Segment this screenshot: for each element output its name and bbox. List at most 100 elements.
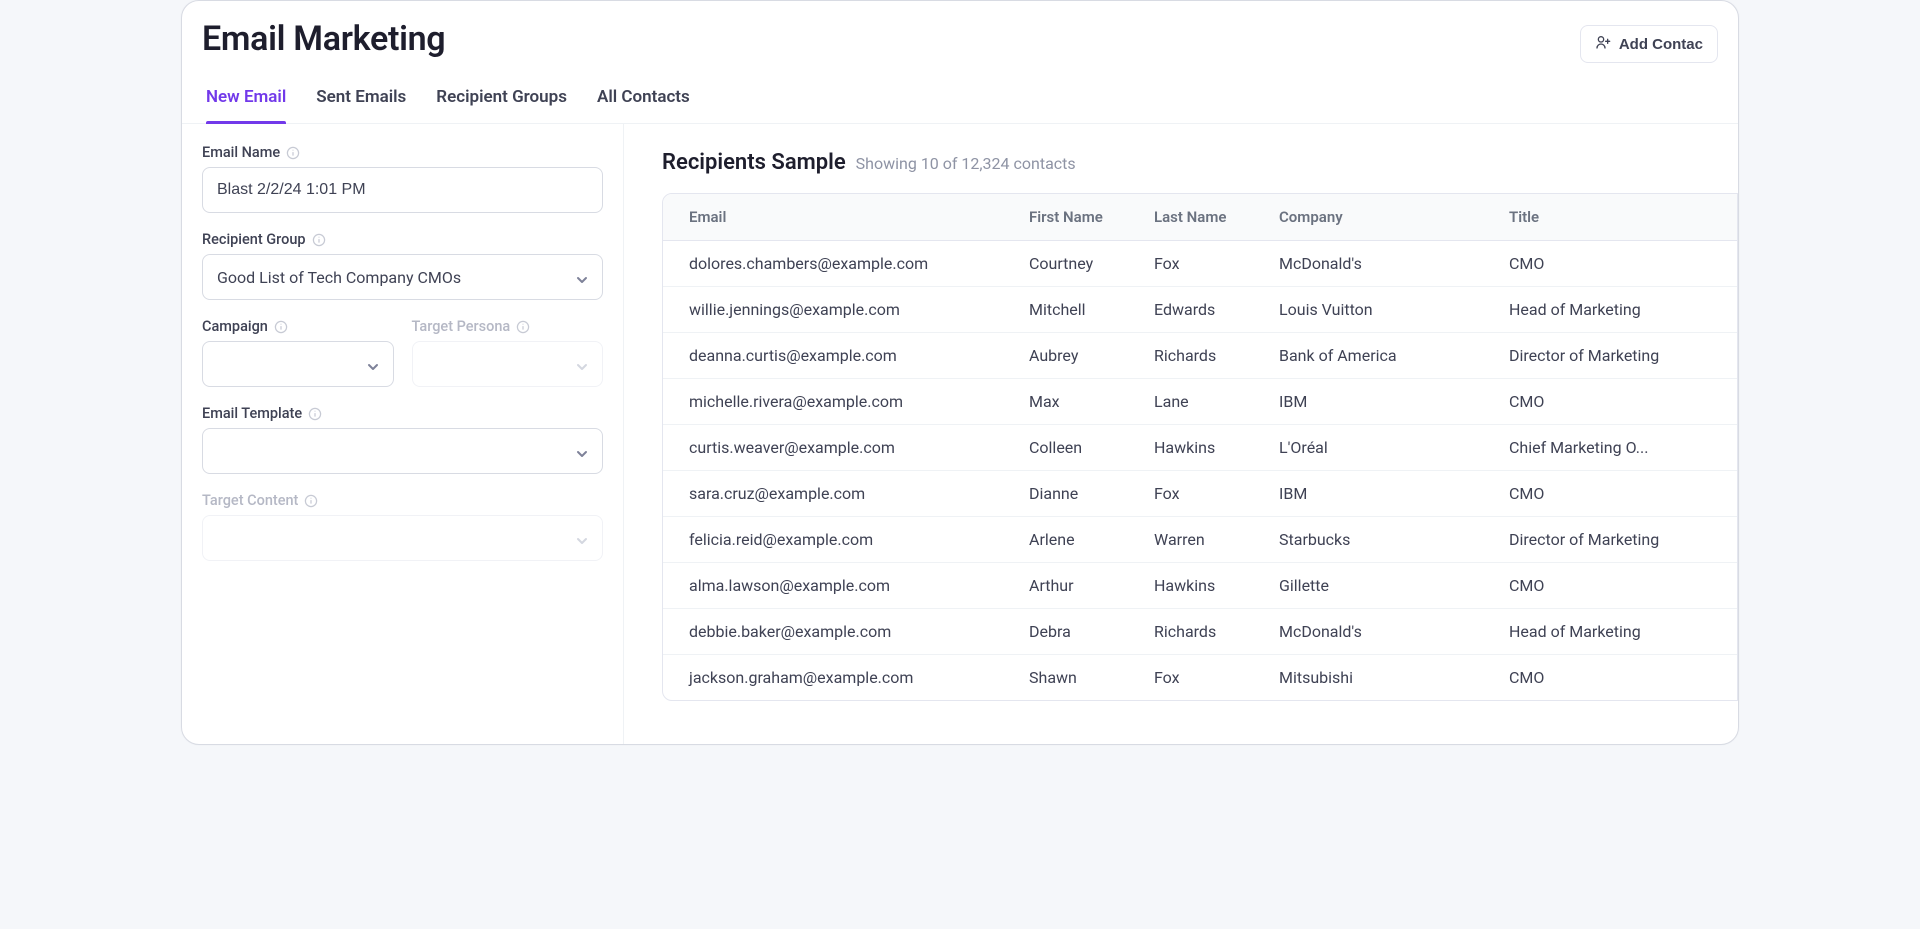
recipients-table-wrap: EmailFirst NameLast NameCompanyTitle dol… [662, 193, 1738, 701]
cell-first: Dianne [1003, 471, 1128, 517]
table-row[interactable]: deanna.curtis@example.comAubreyRichardsB… [663, 333, 1737, 379]
recipients-title: Recipients Sample [662, 150, 846, 175]
cell-email: sara.cruz@example.com [663, 471, 1003, 517]
cell-first: Shawn [1003, 655, 1128, 701]
table-row[interactable]: debbie.baker@example.comDebraRichardsMcD… [663, 609, 1737, 655]
info-icon [274, 320, 288, 334]
cell-first: Courtney [1003, 241, 1128, 287]
tab-sent-emails[interactable]: Sent Emails [316, 81, 406, 123]
cell-last: Fox [1128, 241, 1253, 287]
cell-company: Starbucks [1253, 517, 1483, 563]
label-text: Email Template [202, 405, 302, 422]
info-icon [286, 146, 300, 160]
recipient-group-select[interactable]: Good List of Tech Company CMOs [202, 254, 603, 300]
field-label: Email Name [202, 144, 603, 161]
label-text: Email Name [202, 144, 280, 161]
cell-first: Aubrey [1003, 333, 1128, 379]
field-label: Email Template [202, 405, 603, 422]
cell-company: Louis Vuitton [1253, 287, 1483, 333]
cell-company: L'Oréal [1253, 425, 1483, 471]
info-icon [308, 407, 322, 421]
table-row[interactable]: sara.cruz@example.comDianneFoxIBMCMO [663, 471, 1737, 517]
tab-new-email[interactable]: New Email [206, 81, 286, 123]
cell-email: felicia.reid@example.com [663, 517, 1003, 563]
cell-company: McDonald's [1253, 609, 1483, 655]
cell-last: Richards [1128, 333, 1253, 379]
cell-last: Hawkins [1128, 425, 1253, 471]
select-value: Good List of Tech Company CMOs [217, 268, 461, 287]
field-email-name: Email Name [202, 144, 603, 213]
cell-email: debbie.baker@example.com [663, 609, 1003, 655]
chevron-down-icon [576, 445, 588, 457]
field-target-persona: Target Persona [412, 318, 604, 387]
add-contact-button[interactable]: Add Contac [1580, 25, 1718, 63]
email-template-select[interactable] [202, 428, 603, 474]
chevron-down-icon [576, 271, 588, 283]
cell-company: Gillette [1253, 563, 1483, 609]
cell-company: IBM [1253, 471, 1483, 517]
tabs: New Email Sent Emails Recipient Groups All … [182, 63, 1738, 124]
cell-last: Hawkins [1128, 563, 1253, 609]
add-contact-label: Add Contac [1619, 36, 1703, 53]
recipients-subtitle: Showing 10 of 12,324 contacts [856, 154, 1076, 173]
cell-first: Mitchell [1003, 287, 1128, 333]
cell-title: CMO [1483, 655, 1737, 701]
field-email-template: Email Template [202, 405, 603, 474]
table-row[interactable]: alma.lawson@example.comArthurHawkinsGill… [663, 563, 1737, 609]
cell-last: Warren [1128, 517, 1253, 563]
cell-first: Arlene [1003, 517, 1128, 563]
table-row[interactable]: felicia.reid@example.comArleneWarrenStar… [663, 517, 1737, 563]
cell-email: dolores.chambers@example.com [663, 241, 1003, 287]
cell-title: Head of Marketing [1483, 609, 1737, 655]
cell-first: Colleen [1003, 425, 1128, 471]
section-head: Recipients Sample Showing 10 of 12,324 c… [662, 150, 1738, 175]
main-panel: Recipients Sample Showing 10 of 12,324 c… [624, 124, 1738, 744]
cell-title: CMO [1483, 379, 1737, 425]
cell-company: IBM [1253, 379, 1483, 425]
col-first-name: First Name [1003, 194, 1128, 241]
page-header: Email Marketing Add Contac [182, 1, 1738, 63]
campaign-select[interactable] [202, 341, 394, 387]
cell-company: Mitsubishi [1253, 655, 1483, 701]
tab-recipient-groups[interactable]: Recipient Groups [436, 81, 567, 123]
field-recipient-group: Recipient Group Good List of Tech Compan… [202, 231, 603, 300]
field-label: Recipient Group [202, 231, 603, 248]
cell-email: michelle.rivera@example.com [663, 379, 1003, 425]
col-last-name: Last Name [1128, 194, 1253, 241]
chevron-down-icon [367, 358, 379, 370]
col-title: Title [1483, 194, 1737, 241]
cell-title: CMO [1483, 241, 1737, 287]
col-email: Email [663, 194, 1003, 241]
cell-first: Debra [1003, 609, 1128, 655]
cell-last: Lane [1128, 379, 1253, 425]
field-label: Target Persona [412, 318, 604, 335]
label-text: Target Persona [412, 318, 511, 335]
app-frame: Email Marketing Add Contac New Email Sent… [181, 0, 1739, 745]
content: Email Name Recipient Group Good List of … [182, 124, 1738, 744]
field-campaign: Campaign [202, 318, 394, 387]
cell-first: Max [1003, 379, 1128, 425]
email-name-input[interactable] [202, 167, 603, 213]
table-row[interactable]: jackson.graham@example.comShawnFoxMitsub… [663, 655, 1737, 701]
cell-last: Richards [1128, 609, 1253, 655]
cell-email: curtis.weaver@example.com [663, 425, 1003, 471]
page-title: Email Marketing [202, 19, 445, 59]
target-persona-select [412, 341, 604, 387]
field-target-content: Target Content [202, 492, 603, 561]
table-row[interactable]: willie.jennings@example.comMitchellEdwar… [663, 287, 1737, 333]
cell-title: Chief Marketing O... [1483, 425, 1737, 471]
recipients-table: EmailFirst NameLast NameCompanyTitle dol… [663, 194, 1737, 700]
field-label: Campaign [202, 318, 394, 335]
table-row[interactable]: curtis.weaver@example.comColleenHawkinsL… [663, 425, 1737, 471]
label-text: Recipient Group [202, 231, 306, 248]
chevron-down-icon [576, 532, 588, 544]
table-row[interactable]: michelle.rivera@example.comMaxLaneIBMCMO [663, 379, 1737, 425]
table-row[interactable]: dolores.chambers@example.comCourtneyFoxM… [663, 241, 1737, 287]
cell-email: willie.jennings@example.com [663, 287, 1003, 333]
col-company: Company [1253, 194, 1483, 241]
tab-all-contacts[interactable]: All Contacts [597, 81, 690, 123]
cell-last: Edwards [1128, 287, 1253, 333]
cell-title: CMO [1483, 471, 1737, 517]
cell-title: Director of Marketing [1483, 333, 1737, 379]
cell-company: Bank of America [1253, 333, 1483, 379]
